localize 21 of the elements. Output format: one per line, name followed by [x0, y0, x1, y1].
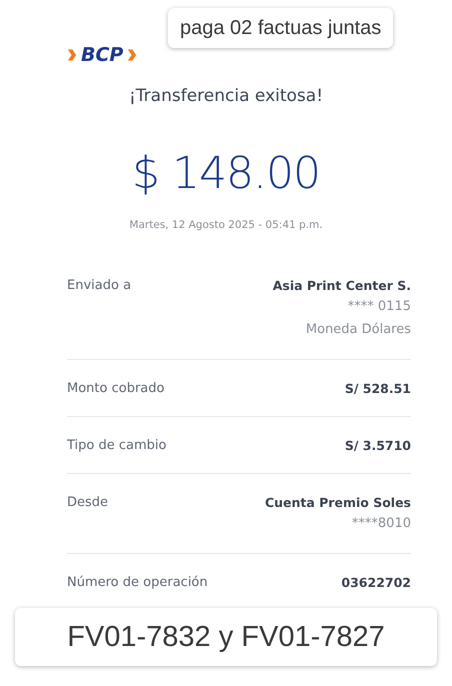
detail-value: 03622702	[341, 574, 411, 592]
detail-label: Desde	[67, 494, 108, 512]
detail-value: S/ 528.51	[344, 380, 411, 398]
detail-label: Número de operación	[67, 574, 208, 592]
detail-label: Tipo de cambio	[67, 437, 166, 456]
detail-subtext: Moneda Dólares	[306, 321, 411, 340]
logo: BCP	[81, 44, 124, 66]
chevron-icon	[127, 47, 138, 63]
annotation-note: FV01-7832 y FV01-7827	[15, 608, 437, 666]
detail-value: S/ 3.5710	[344, 437, 411, 456]
chevron-icon	[67, 47, 77, 63]
detail-value: Asia Print Center S.	[272, 277, 411, 296]
detail-label: Enviado a	[67, 277, 132, 296]
detail-subtext: ****8010	[352, 515, 411, 534]
amount: $ 148.00	[131, 148, 321, 200]
detail-value: Cuenta Premio Soles	[264, 494, 411, 512]
detail-label: Monto cobrado	[67, 380, 164, 398]
annotation-note: paga 02 factuas juntas	[168, 8, 394, 48]
status-title: ¡Transferencia exitosa!	[128, 85, 324, 108]
date-time: Martes, 12 Agosto 2025 - 05:41 p.m.	[128, 218, 324, 232]
detail-subtext: **** 0115	[348, 298, 411, 316]
